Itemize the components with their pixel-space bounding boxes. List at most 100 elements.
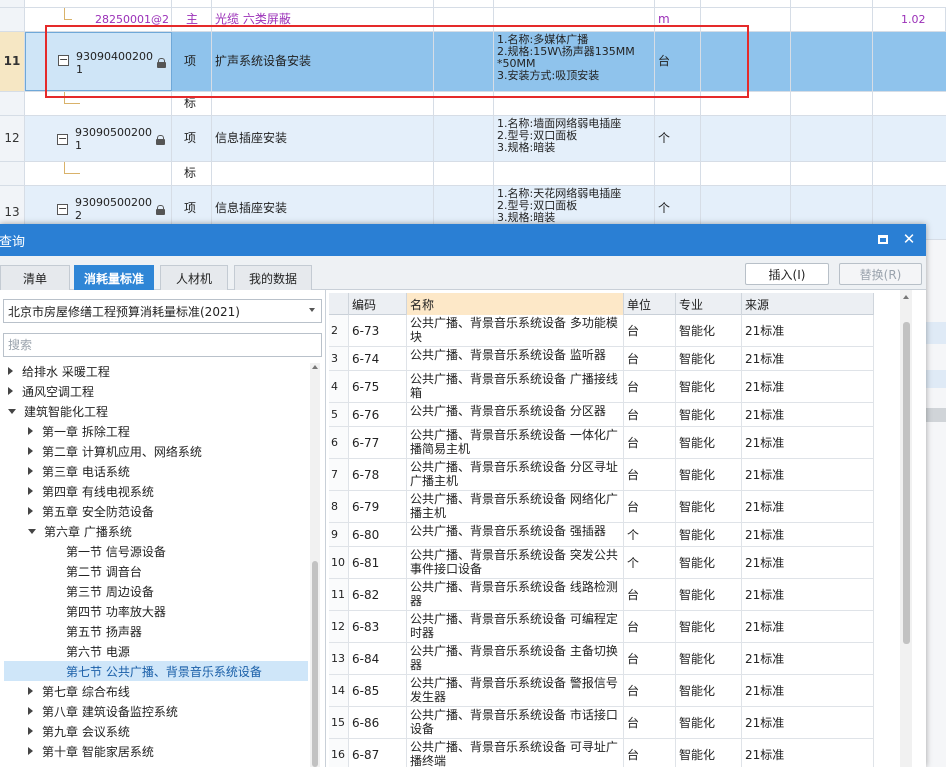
table-row[interactable]: 15 6-86 公共广播、背景音乐系统设备 市话接口设备台智能化 21标准 <box>329 707 874 739</box>
row-index: 11 <box>329 579 349 610</box>
grid-row-sub[interactable]: 标 <box>0 92 946 116</box>
expand-arrow-icon[interactable] <box>28 727 33 735</box>
table-row[interactable]: 11 6-82 公共广播、背景音乐系统设备 线路检测器台智能化 21标准 <box>329 579 874 611</box>
tab-labor-material-machine[interactable]: 人材机 <box>160 265 228 290</box>
code-cell <box>25 162 172 185</box>
code-cell[interactable]: − 93090500200 1 <box>25 116 172 161</box>
grid-row-11[interactable]: 11 − 93090400200 1 项 扩声系统设备安装 1.名称:多媒体广播… <box>0 32 946 92</box>
expand-arrow-icon[interactable] <box>28 507 33 515</box>
table-row[interactable]: 16 6-87 公共广播、背景音乐系统设备 可寻址广播终端台智能化 21标准 <box>329 739 874 767</box>
expand-arrow-icon[interactable] <box>28 487 33 495</box>
header-name[interactable]: 名称 <box>407 293 624 315</box>
tree-item[interactable]: 第九章 会议系统 <box>4 721 308 741</box>
close-icon[interactable]: ✕ <box>902 232 916 247</box>
tree-item[interactable]: 第三章 电话系统 <box>4 461 308 481</box>
scrollbar-thumb[interactable] <box>903 322 910 644</box>
table-row[interactable]: 10 6-81 公共广播、背景音乐系统设备 突发公共事件接口设备个智能化 21标准 <box>329 547 874 579</box>
collapse-arrow-icon[interactable] <box>8 408 16 414</box>
collapse-icon[interactable]: − <box>57 133 68 145</box>
expand-arrow-icon[interactable] <box>28 467 33 475</box>
search-input[interactable] <box>3 333 322 357</box>
tab-list[interactable]: 清单 <box>0 265 70 290</box>
tree-item[interactable]: 第三节 周边设备 <box>4 581 308 601</box>
grid-row-material[interactable]: 28250001@2 主 光缆 六类屏蔽 m 1.02 <box>0 8 946 32</box>
expand-arrow-icon[interactable] <box>8 367 13 375</box>
row-name: 公共广播、背景音乐系统设备 分区寻址广播主机 <box>407 459 624 490</box>
tree-item[interactable]: 第五节 扬声器 <box>4 621 308 641</box>
collapse-icon[interactable]: − <box>57 203 68 215</box>
item-name: 信息插座安装 <box>212 116 434 161</box>
table-row[interactable]: 7 6-78 公共广播、背景音乐系统设备 分区寻址广播主机台智能化 21标准 <box>329 459 874 491</box>
tree-item[interactable]: 第十章 智能家居系统 <box>4 741 308 761</box>
row-unit: 台 <box>624 579 676 610</box>
scroll-up-icon[interactable] <box>312 365 318 369</box>
maximize-icon[interactable] <box>876 233 890 247</box>
empty-cell <box>434 0 494 7</box>
tree-item-selected[interactable]: 第七节 公共广播、背景音乐系统设备 <box>4 661 308 681</box>
tree-item[interactable]: 第四节 功率放大器 <box>4 601 308 621</box>
tree-item[interactable]: 第五章 安全防范设备 <box>4 501 308 521</box>
table-row[interactable]: 3 6-74 公共广播、背景音乐系统设备 监听器台智能化 21标准 <box>329 347 874 371</box>
background-edge-row <box>926 408 946 422</box>
row-unit: 台 <box>624 739 676 767</box>
code-cell[interactable]: − 93090400200 1 <box>25 32 172 91</box>
item-unit: 台 <box>655 32 701 91</box>
background-edge-row <box>926 322 946 344</box>
row-code: 6-87 <box>349 739 407 767</box>
grid-row-12[interactable]: 12 − 93090500200 1 项 信息插座安装 1.名称:墙面网络弱电插… <box>0 116 946 162</box>
insert-button[interactable]: 插入(I) <box>745 263 829 285</box>
table-row[interactable]: 5 6-76 公共广播、背景音乐系统设备 分区器台智能化 21标准 <box>329 403 874 427</box>
tab-consumption-standard[interactable]: 消耗量标准 <box>74 265 154 290</box>
expand-arrow-icon[interactable] <box>28 447 33 455</box>
tab-my-data[interactable]: 我的数据 <box>234 265 312 290</box>
header-major[interactable]: 专业 <box>676 293 742 315</box>
tree-item[interactable]: 第一章 拆除工程 <box>4 421 308 441</box>
tree-item[interactable]: 第七章 综合布线 <box>4 681 308 701</box>
expr-cell <box>701 0 791 7</box>
collapse-icon[interactable]: − <box>58 54 69 66</box>
replace-button[interactable]: 替换(R) <box>839 263 922 285</box>
tree-item[interactable]: 第二章 计算机应用、网络系统 <box>4 441 308 461</box>
header-unit[interactable]: 单位 <box>624 293 676 315</box>
table-row[interactable]: 8 6-79 公共广播、背景音乐系统设备 网络化广播主机台智能化 21标准 <box>329 491 874 523</box>
collapse-arrow-icon[interactable] <box>28 528 36 534</box>
tree-item[interactable]: 第六节 电源 <box>4 641 308 661</box>
tree-item[interactable]: 通风空调工程 <box>4 381 308 401</box>
tree-item[interactable]: 第八章 建筑设备监控系统 <box>4 701 308 721</box>
table-scrollbar[interactable] <box>900 290 912 767</box>
scrollbar-thumb[interactable] <box>312 561 318 767</box>
table-row[interactable]: 9 6-80 公共广播、背景音乐系统设备 强插器个智能化 21标准 <box>329 523 874 547</box>
table-row[interactable]: 12 6-83 公共广播、背景音乐系统设备 可编程定时器台智能化 21标准 <box>329 611 874 643</box>
table-row[interactable]: 2 6-73 公共广播、背景音乐系统设备 多功能模块台智能化 21标准 <box>329 315 874 347</box>
tree-item[interactable]: 第一节 信号源设备 <box>4 541 308 561</box>
dialog-title-bar[interactable]: 查询 ✕ <box>0 224 926 256</box>
item-type: 项 <box>172 116 212 161</box>
scroll-up-icon[interactable] <box>903 295 909 299</box>
table-row[interactable]: 14 6-85 公共广播、背景音乐系统设备 警报信号发生器台智能化 21标准 <box>329 675 874 707</box>
header-source[interactable]: 来源 <box>742 293 874 315</box>
tree-item[interactable]: 第二节 调音台 <box>4 561 308 581</box>
expand-arrow-icon[interactable] <box>28 707 33 715</box>
header-code[interactable]: 编码 <box>349 293 407 315</box>
table-row[interactable]: 4 6-75 公共广播、背景音乐系统设备 广播接线箱台智能化 21标准 <box>329 371 874 403</box>
row-unit: 台 <box>624 371 676 402</box>
row-major: 智能化 <box>676 547 742 578</box>
row-name: 公共广播、背景音乐系统设备 强插器 <box>407 523 624 546</box>
grid-row-sub[interactable]: 标 <box>0 162 946 186</box>
row-source: 21标准 <box>742 403 874 426</box>
table-row[interactable]: 6 6-77 公共广播、背景音乐系统设备 一体化广播简易主机台智能化 21标准 <box>329 427 874 459</box>
row-index: 4 <box>329 371 349 402</box>
item-unit: 个 <box>655 116 701 161</box>
tree-item[interactable]: 第六章 广播系统 <box>4 521 308 541</box>
tree-item[interactable]: 建筑智能化工程 <box>4 401 308 421</box>
expand-arrow-icon[interactable] <box>8 387 13 395</box>
tree-item[interactable]: 第四章 有线电视系统 <box>4 481 308 501</box>
row-num-cell <box>0 0 25 7</box>
expand-arrow-icon[interactable] <box>28 427 33 435</box>
table-row[interactable]: 13 6-84 公共广播、背景音乐系统设备 主备切换器台智能化 21标准 <box>329 643 874 675</box>
tree-item[interactable]: 给排水 采暖工程 <box>4 361 308 381</box>
expand-arrow-icon[interactable] <box>28 687 33 695</box>
expand-arrow-icon[interactable] <box>28 747 33 755</box>
tree-scrollbar[interactable] <box>310 363 320 767</box>
standard-select[interactable]: 北京市房屋修缮工程预算消耗量标准(2021) <box>3 299 322 323</box>
